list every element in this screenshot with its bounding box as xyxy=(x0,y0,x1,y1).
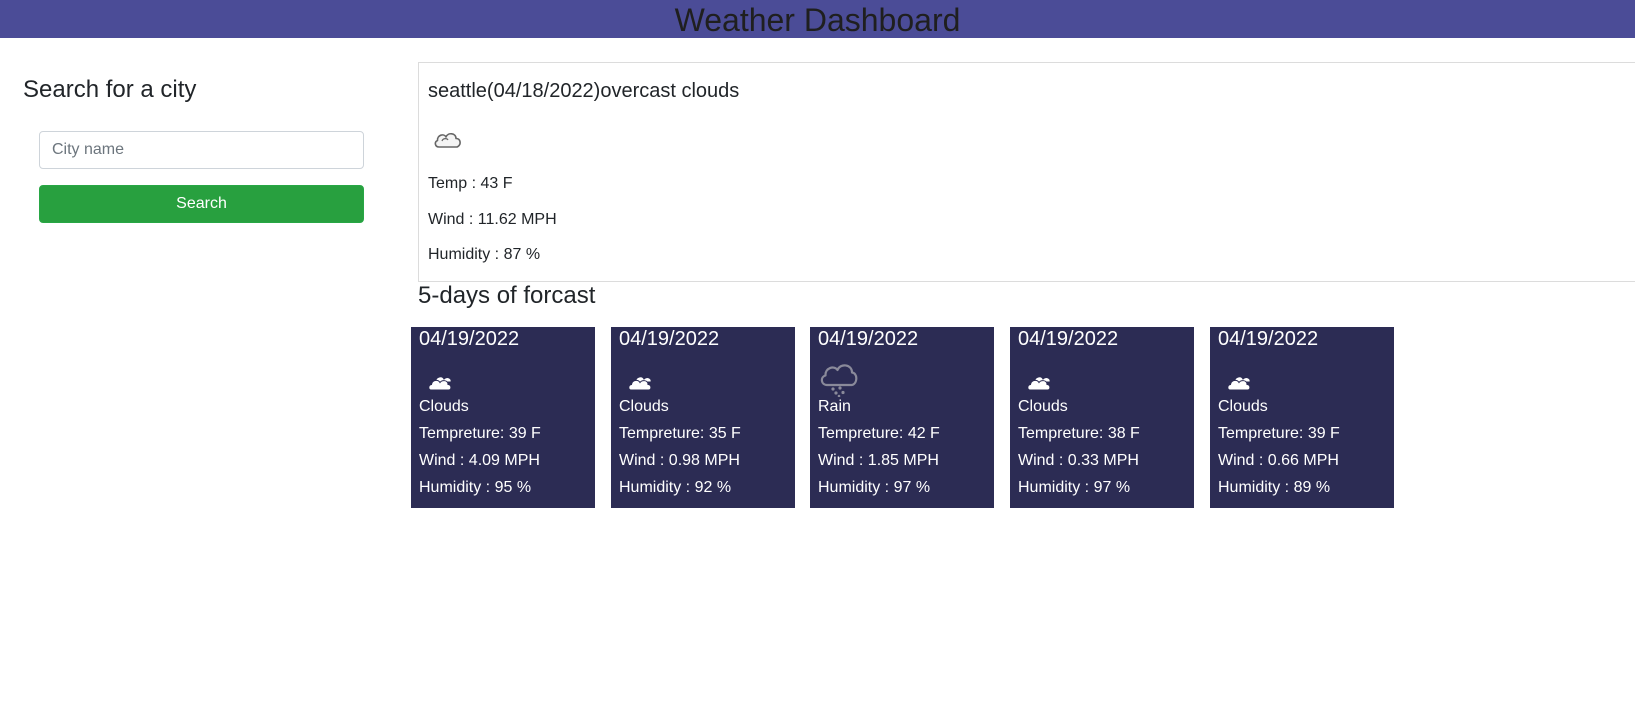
forecast-humidity: Humidity : 92 % xyxy=(619,479,732,496)
city-search-input[interactable] xyxy=(39,131,364,169)
header-bar: Weather Dashboard xyxy=(0,0,1635,38)
cloud-icon xyxy=(428,376,452,391)
cloud-icon xyxy=(1227,376,1251,391)
forecast-condition: Rain xyxy=(818,398,851,415)
forecast-temp: Tempreture: 42 F xyxy=(818,425,940,442)
forecast-humidity: Humidity : 97 % xyxy=(1018,479,1131,496)
forecast-date: 04/19/2022 xyxy=(818,328,919,350)
current-weather-card: seattle(04/18/2022)overcast clouds Temp … xyxy=(418,62,1635,282)
forecast-temp: Tempreture: 39 F xyxy=(1218,425,1340,442)
forecast-wind: Wind : 0.66 MPH xyxy=(1218,452,1339,469)
forecast-date: 04/19/2022 xyxy=(619,328,720,350)
forecast-card: 04/19/2022 Clouds Tempreture: 39 F Wind … xyxy=(1210,327,1394,508)
current-wind: Wind : 11.62 MPH xyxy=(428,211,557,228)
forecast-wind: Wind : 0.98 MPH xyxy=(619,452,740,469)
forecast-condition: Clouds xyxy=(1218,398,1268,415)
current-temp: Temp : 43 F xyxy=(428,175,513,192)
cloud-icon xyxy=(628,376,652,391)
rain-icon xyxy=(820,364,858,397)
forecast-temp: Tempreture: 39 F xyxy=(419,425,541,442)
cloud-icon xyxy=(434,133,461,148)
forecast-temp: Tempreture: 35 F xyxy=(619,425,741,442)
forecast-humidity: Humidity : 95 % xyxy=(419,479,532,496)
search-button[interactable]: Search xyxy=(39,185,364,223)
forecast-date: 04/19/2022 xyxy=(419,328,520,350)
forecast-card: 04/19/2022 Clouds Tempreture: 39 F Wind … xyxy=(411,327,595,508)
page-title: Weather Dashboard xyxy=(674,2,961,38)
forecast-condition: Clouds xyxy=(619,398,669,415)
forecast-condition: Clouds xyxy=(419,398,469,415)
cloud-icon xyxy=(1027,376,1051,391)
forecast-wind: Wind : 4.09 MPH xyxy=(419,452,540,469)
forecast-wind: Wind : 1.85 MPH xyxy=(818,452,939,469)
forecast-wind: Wind : 0.33 MPH xyxy=(1018,452,1139,469)
forecast-card: 04/19/2022 Clouds Tempreture: 38 F Wind … xyxy=(1010,327,1194,508)
forecast-humidity: Humidity : 89 % xyxy=(1218,479,1331,496)
forecast-card: 04/19/2022 Clouds Tempreture: 35 F Wind … xyxy=(611,327,795,508)
forecast-heading: 5-days of forcast xyxy=(418,282,596,309)
current-weather-title: seattle(04/18/2022)overcast clouds xyxy=(428,80,740,102)
forecast-date: 04/19/2022 xyxy=(1218,328,1319,350)
forecast-condition: Clouds xyxy=(1018,398,1068,415)
forecast-humidity: Humidity : 97 % xyxy=(818,479,931,496)
search-heading: Search for a city xyxy=(23,76,197,103)
forecast-date: 04/19/2022 xyxy=(1018,328,1119,350)
forecast-temp: Tempreture: 38 F xyxy=(1018,425,1140,442)
forecast-card: 04/19/2022 Rain Tempreture: 42 F Wind : … xyxy=(810,327,994,508)
current-humidity: Humidity : 87 % xyxy=(428,246,541,263)
